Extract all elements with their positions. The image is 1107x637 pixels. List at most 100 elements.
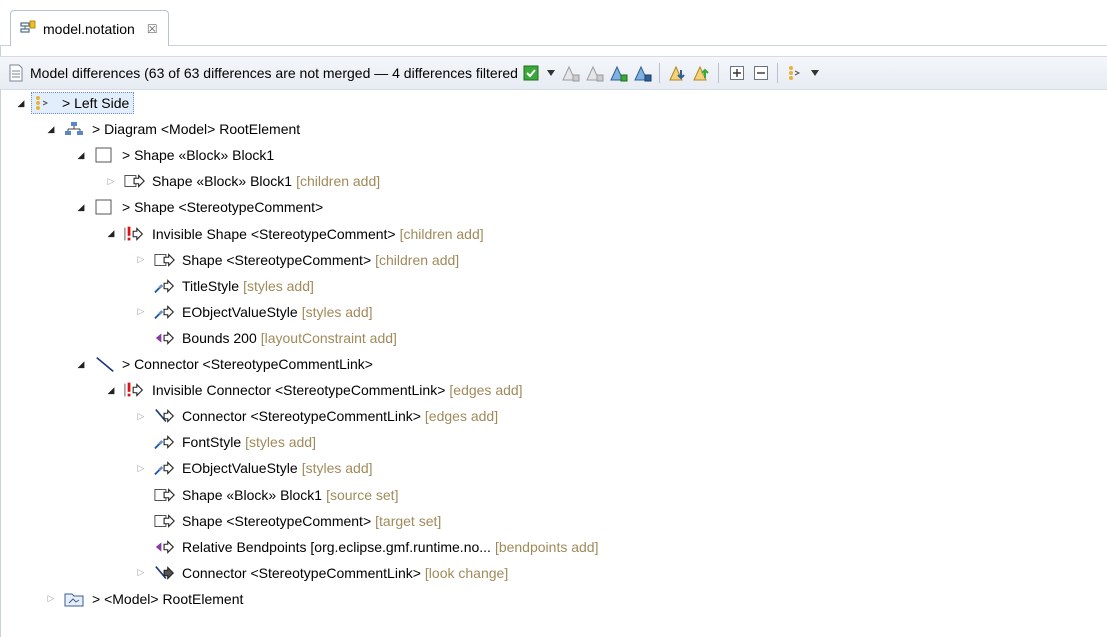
- tree-row[interactable]: TitleStyle [styles add]: [134, 273, 314, 299]
- bounds-add-icon: [154, 538, 176, 556]
- connector-change-icon: [154, 564, 176, 582]
- tree-item-feature: [children add]: [296, 173, 381, 190]
- tree-item-label: > Left Side: [62, 95, 130, 111]
- diagram-icon: [64, 120, 86, 138]
- differences-tree: ◢ > Left Side ◢ > Diagram <Model> RootEleme…: [0, 90, 1107, 637]
- tab-title: model.notation: [43, 20, 135, 37]
- document-icon: [8, 64, 24, 82]
- tree-item-label: Connector <StereotypeCommentLink>: [182, 564, 421, 581]
- shape-add-icon: [154, 486, 176, 504]
- expand-all-icon[interactable]: [726, 62, 748, 84]
- tab-model-notation[interactable]: model.notation ☒: [10, 10, 169, 46]
- tree-row[interactable]: ◢ > Diagram <Model> RootElement: [44, 116, 301, 142]
- tree-item-feature: [target set]: [375, 512, 442, 529]
- expanded-arrow-icon[interactable]: ◢: [74, 148, 88, 162]
- tree-row[interactable]: ▷ Connector <StereotypeCommentLink> [edges…: [134, 403, 499, 429]
- accept-change-icon[interactable]: [560, 62, 582, 84]
- tree-item-label: > Diagram <Model> RootElement: [92, 121, 301, 138]
- tree-item-feature: [styles add]: [245, 434, 316, 451]
- bounds-add-icon: [154, 329, 176, 347]
- collapsed-arrow-icon[interactable]: ▷: [134, 409, 148, 423]
- collapsed-arrow-icon[interactable]: ▷: [134, 566, 148, 580]
- tree-item-feature: [layoutConstraint add]: [260, 329, 397, 346]
- collapsed-arrow-icon[interactable]: ▷: [44, 592, 58, 606]
- tree-item-label: Shape <StereotypeComment>: [182, 251, 372, 268]
- tree-row[interactable]: ▷ Shape <StereotypeComment> [children add]: [134, 247, 460, 273]
- tree-item-label: Relative Bendpoints [org.eclipse.gmf.run…: [182, 538, 491, 555]
- tree-row[interactable]: Shape «Block» Block1 [source set]: [134, 482, 398, 508]
- expanded-arrow-icon[interactable]: ◢: [74, 200, 88, 214]
- expanded-arrow-icon[interactable]: ◢: [74, 357, 88, 371]
- previous-difference-icon[interactable]: [691, 62, 713, 84]
- style-add-icon: [154, 433, 176, 451]
- tree-row[interactable]: ▷ Connector <StereotypeCommentLink> [look …: [134, 560, 509, 586]
- differences-summary: Model differences (63 of 63 differences …: [30, 65, 518, 81]
- shape-add-icon: [154, 512, 176, 530]
- collapsed-arrow-icon[interactable]: ▷: [134, 461, 148, 475]
- tree-item-feature: [edges add]: [449, 382, 523, 399]
- notation-file-icon: [19, 20, 37, 38]
- group-icon[interactable]: [785, 62, 807, 84]
- tree-row[interactable]: ◢ > Left Side: [14, 90, 135, 116]
- toolbar-separator: [658, 63, 660, 83]
- tree-item-label: FontStyle: [182, 434, 242, 451]
- shape-icon: [94, 146, 116, 164]
- tree-item-label: > <Model> RootElement: [92, 590, 244, 607]
- expanded-arrow-icon[interactable]: ◢: [44, 122, 58, 136]
- side-icon: [34, 94, 56, 112]
- view-menu-arrow-icon[interactable]: [809, 62, 821, 84]
- shape-icon: [94, 198, 116, 216]
- filter-checkbox-icon[interactable]: [520, 62, 542, 84]
- collapsed-arrow-icon[interactable]: ▷: [134, 305, 148, 319]
- expanded-arrow-icon[interactable]: ◢: [104, 227, 118, 241]
- connector-add-icon: [154, 407, 176, 425]
- reject-all-icon[interactable]: [632, 62, 654, 84]
- tree-row[interactable]: ◢ Invisible Connector <StereotypeCommentL…: [104, 377, 523, 403]
- editor-tab-bar: model.notation ☒: [0, 0, 1107, 46]
- style-add-icon: [154, 277, 176, 295]
- shape-add-icon: [154, 251, 176, 269]
- tree-item-feature: [source set]: [326, 486, 399, 503]
- shape-add-icon: [124, 172, 146, 190]
- tree-item-feature: [styles add]: [301, 303, 373, 320]
- expanded-arrow-icon[interactable]: ◢: [14, 96, 28, 110]
- reject-change-icon[interactable]: [584, 62, 606, 84]
- tree-row[interactable]: FontStyle [styles add]: [134, 429, 316, 455]
- tree-row[interactable]: Relative Bendpoints [org.eclipse.gmf.run…: [134, 534, 598, 560]
- tree-item-label: > Shape «Block» Block1: [122, 147, 275, 164]
- conflict-add-icon: [124, 225, 146, 243]
- tree-row[interactable]: ◢ Invisible Shape <StereotypeComment> [chi…: [104, 221, 484, 247]
- collapse-all-icon[interactable]: [750, 62, 772, 84]
- tree-row[interactable]: ▷ EObjectValueStyle [styles add]: [134, 455, 373, 481]
- tree-item-label: Connector <StereotypeCommentLink>: [182, 408, 421, 425]
- toolbar-separator: [717, 63, 719, 83]
- tree-item-label: TitleStyle: [182, 277, 240, 294]
- tree-row[interactable]: ◢ > Shape <StereotypeComment>: [74, 194, 324, 220]
- tree-row[interactable]: ◢ > Connector <StereotypeCommentLink>: [74, 351, 373, 377]
- expanded-arrow-icon[interactable]: ◢: [104, 383, 118, 397]
- tree-row[interactable]: ◢ > Shape «Block» Block1: [74, 142, 275, 168]
- tree-item-feature: [styles add]: [301, 460, 373, 477]
- tree-item-feature: [look change]: [424, 564, 509, 581]
- close-tab-icon[interactable]: ☒: [147, 22, 158, 36]
- tree-item-label: Shape «Block» Block1: [152, 173, 293, 190]
- tree-row[interactable]: Bounds 200 [layoutConstraint add]: [134, 325, 397, 351]
- tree-item-feature: [children add]: [399, 225, 484, 242]
- tree-row[interactable]: ▷ > <Model> RootElement: [44, 586, 244, 612]
- tree-row[interactable]: ▷ Shape «Block» Block1 [children add]: [104, 168, 381, 194]
- accept-all-icon[interactable]: [608, 62, 630, 84]
- collapsed-arrow-icon[interactable]: ▷: [134, 253, 148, 267]
- dropdown-arrow-icon[interactable]: [544, 62, 558, 84]
- tree-item-feature: [edges add]: [424, 408, 499, 425]
- style-add-icon: [154, 459, 176, 477]
- style-add-icon: [154, 303, 176, 321]
- next-difference-icon[interactable]: [667, 62, 689, 84]
- tree-item-label: Invisible Connector <StereotypeCommentLi…: [152, 382, 446, 399]
- tree-row[interactable]: ▷ EObjectValueStyle [styles add]: [134, 299, 373, 325]
- tree-row[interactable]: Shape <StereotypeComment> [target set]: [134, 508, 441, 534]
- tree-item-label: EObjectValueStyle: [182, 460, 298, 477]
- collapsed-arrow-icon[interactable]: ▷: [104, 174, 118, 188]
- tree-item-label: > Connector <StereotypeCommentLink>: [122, 356, 373, 372]
- model-icon: [64, 590, 86, 608]
- tree-item-label: Bounds 200: [182, 329, 257, 346]
